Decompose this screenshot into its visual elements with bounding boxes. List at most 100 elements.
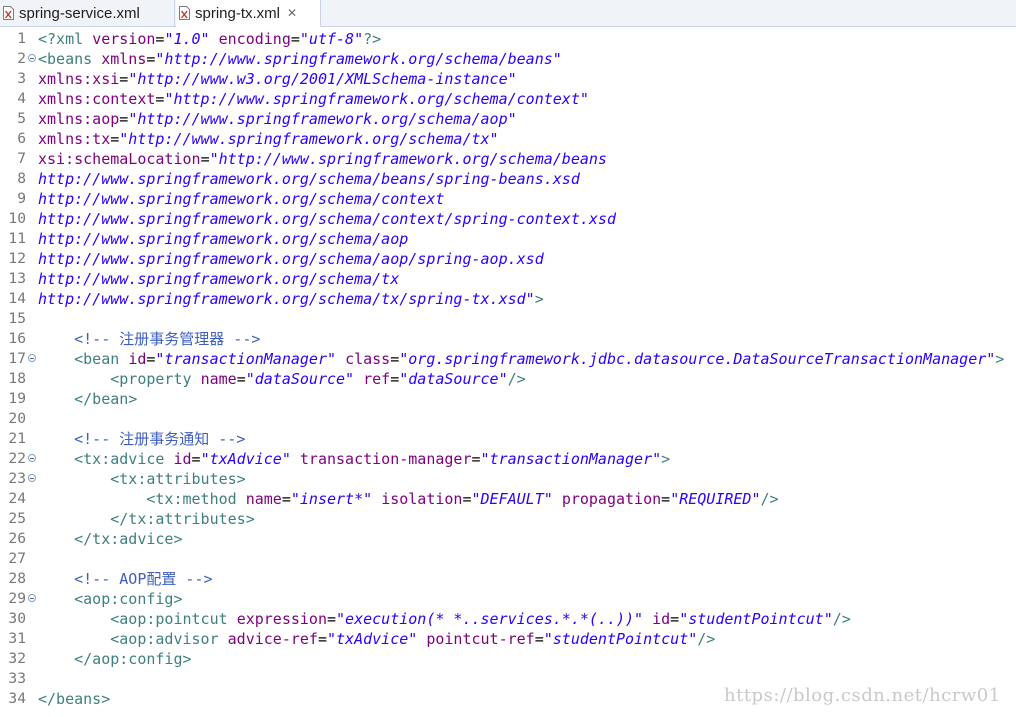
code-token-val: "http://www.springframework.org/schema/a… [128,110,517,128]
code-token-val: http://www.springframework.org/schema/co… [38,190,445,208]
code-token-plain: = [290,30,300,48]
code-token-attr: expression [236,610,327,628]
code-line[interactable]: <!-- 注册事务管理器 --> [38,329,260,349]
code-line[interactable]: <!-- 注册事务通知 --> [38,429,245,449]
line-number: 28 [0,569,36,589]
code-line[interactable]: xsi:schemaLocation="http://www.springfra… [38,149,607,169]
line-number: 2 [0,49,36,69]
code-line[interactable]: </bean> [38,389,137,409]
line-number: 15 [0,309,36,329]
code-token-attr: id [652,610,671,628]
code-line[interactable]: </tx:advice> [38,529,182,549]
code-token-attr: id [128,350,147,368]
line-number: 7 [0,149,36,169]
code-token-attr: ref [363,370,391,388]
line-number: 33 [0,669,36,689]
line-number: 29 [0,589,36,609]
line-number: 4 [0,89,36,109]
fold-toggle-icon[interactable] [28,474,36,482]
line-number: 8 [0,169,36,189]
fold-toggle-icon[interactable] [28,354,36,362]
code-line[interactable]: <aop:advisor advice-ref="txAdvice" point… [38,629,715,649]
code-line[interactable]: http://www.springframework.org/schema/ao… [38,249,544,269]
line-number-text: 1 [17,30,26,47]
line-number-text: 29 [8,590,26,607]
line-number-text: 19 [8,390,26,407]
code-line[interactable]: xmlns:aop="http://www.springframework.or… [38,109,517,129]
code-token-val: "1.0" [164,30,210,48]
code-line[interactable]: </tx:attributes> [38,509,255,529]
code-line[interactable]: http://www.springframework.org/schema/ao… [38,229,408,249]
tab-spring-service-xml[interactable]: spring-service.xml [0,0,175,26]
code-token-attr: name [200,370,237,388]
code-token-val: http://www.springframework.org/schema/co… [38,210,616,228]
code-line[interactable]: xmlns:tx="http://www.springframework.org… [38,129,499,149]
line-number-text: 13 [8,270,26,287]
code-token-val: "DEFAULT" [471,490,553,508]
code-token-plain: = [119,70,129,88]
line-number: 1 [0,29,36,49]
code-token-com: <!-- 注册事务管理器 --> [74,330,261,348]
line-number-text: 20 [8,410,26,427]
line-number-text: 7 [17,150,26,167]
code-line[interactable]: http://www.springframework.org/schema/be… [38,169,580,189]
code-line[interactable]: http://www.springframework.org/schema/co… [38,189,444,209]
code-token-attr: xmlns:context [38,90,156,108]
code-line[interactable]: <tx:method name="insert*" isolation="DEF… [38,489,778,509]
code-token-plain: = [534,630,544,648]
tab-label: spring-tx.xml [195,4,281,22]
code-token-attr: encoding [218,30,291,48]
line-number: 6 [0,129,36,149]
code-token-plain: = [390,370,400,388]
xml-file-icon [3,6,14,20]
code-token-plain: = [327,610,337,628]
code-token-tag: > [995,350,1005,368]
code-token-tag: <tx:attributes> [110,470,246,488]
line-number: 11 [0,229,36,249]
code-line[interactable]: <aop:pointcut expression="execution(* *.… [38,609,851,629]
code-token-val: "http://www.springframework.org/schema/b… [155,50,562,68]
fold-toggle-icon[interactable] [28,54,36,62]
code-line[interactable]: <bean id="transactionManager" class="org… [38,349,1004,369]
code-token-val: "dataSource" [245,370,355,388]
code-line[interactable]: <?xml version="1.0" encoding="utf-8"?> [38,29,381,49]
code-token-tag: /> [697,630,716,648]
code-line[interactable]: <beans xmlns="http://www.springframework… [38,49,562,69]
code-line[interactable]: </beans> [38,689,110,709]
code-line[interactable]: http://www.springframework.org/schema/co… [38,209,616,229]
code-line[interactable]: xmlns:xsi="http://www.w3.org/2001/XMLSch… [38,69,517,89]
code-line[interactable]: <tx:advice id="txAdvice" transaction-man… [38,449,670,469]
code-token-attr: id [173,450,192,468]
line-number: 17 [0,349,36,369]
code-line[interactable]: http://www.springframework.org/schema/tx [38,269,399,289]
code-line[interactable]: <!-- AOP配置 --> [38,569,212,589]
tab-spring-tx-xml[interactable]: spring-tx.xml ✕ [176,0,321,27]
line-number: 16 [0,329,36,349]
line-number: 30 [0,609,36,629]
code-line[interactable]: http://www.springframework.org/schema/tx… [38,289,544,309]
code-token-tag: <property [110,370,201,388]
code-line[interactable]: <tx:attributes> [38,469,246,489]
close-icon[interactable]: ✕ [287,6,297,20]
code-token-pi: <?xml [38,30,93,48]
fold-toggle-icon[interactable] [28,454,36,462]
code-token-com: <!-- 注册事务通知 --> [74,430,246,448]
line-number-text: 6 [17,130,26,147]
code-editor[interactable]: 1 <?xml version="1.0" encoding="utf-8"?> 2… [0,27,1016,717]
code-line[interactable]: xmlns:context="http://www.springframewor… [38,89,589,109]
code-line[interactable]: </aop:config> [38,649,191,669]
fold-toggle-icon[interactable] [28,594,36,602]
code-line[interactable]: <property name="dataSource" ref="dataSou… [38,369,525,389]
code-line[interactable]: <aop:config> [38,589,182,609]
